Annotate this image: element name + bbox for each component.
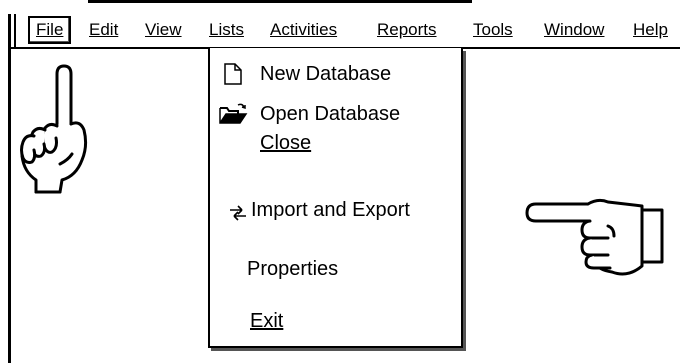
pointing-left-hand-icon: [524, 192, 666, 287]
menu-help-label: Help: [633, 20, 668, 39]
menu-file-label: File: [36, 20, 64, 39]
pointing-up-hand-icon: [14, 64, 96, 201]
new-document-icon: [224, 63, 242, 92]
menu-reports[interactable]: Reports: [377, 16, 437, 44]
menu-tools-label: Tools: [473, 20, 513, 39]
menu-file[interactable]: File: [28, 16, 72, 44]
import-export-label: Import and Export: [251, 199, 410, 221]
window-left-border: [8, 14, 11, 363]
import-export-icon: [228, 202, 248, 228]
menu-bar: File Edit View Lists Activities Reports …: [0, 14, 680, 46]
menu-lists[interactable]: Lists: [209, 16, 244, 44]
menu-activities[interactable]: Activities: [270, 16, 337, 44]
menu-lists-label: Lists: [209, 20, 244, 39]
menu-edit[interactable]: Edit: [89, 16, 118, 44]
file-menu-dropdown: New Database Open Database Close Import …: [208, 48, 463, 348]
menu-view-label: View: [145, 20, 182, 39]
menu-reports-label: Reports: [377, 20, 437, 39]
open-database-label: Open Database: [260, 103, 401, 125]
top-border-line: [88, 0, 472, 3]
menu-edit-label: Edit: [89, 20, 119, 39]
open-folder-icon: [218, 103, 248, 132]
new-database-label: New Database: [260, 63, 392, 85]
menu-window-label: Window: [544, 20, 605, 39]
menu-activities-label: Activities: [270, 20, 338, 39]
menu-view[interactable]: View: [145, 16, 182, 44]
menu-window[interactable]: Window: [544, 16, 604, 44]
properties-label: Properties: [247, 258, 339, 280]
menu-help[interactable]: Help: [633, 16, 668, 44]
exit-label: Exit: [250, 310, 284, 332]
close-label: Close: [260, 132, 312, 154]
menu-tools[interactable]: Tools: [473, 16, 513, 44]
